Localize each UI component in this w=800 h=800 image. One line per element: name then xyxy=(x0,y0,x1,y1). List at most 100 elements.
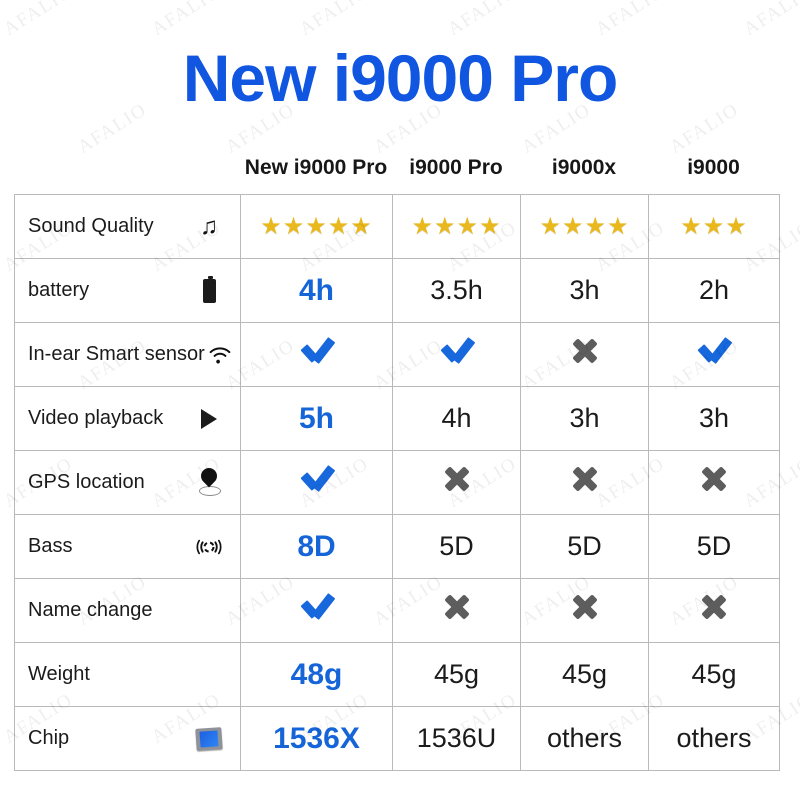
cell-weight-i9000: 45g xyxy=(648,642,780,707)
cell-bass-i9000: 5D xyxy=(648,514,780,579)
cell-battery-i9000: 2h xyxy=(648,258,780,323)
cell-name-change-new-i9000-pro xyxy=(240,578,393,643)
cell-value: 3.5h xyxy=(430,275,483,305)
battery-icon xyxy=(194,275,224,306)
table-row: Bass 8D 5D 5D 5D xyxy=(14,514,780,579)
no-icon xyxy=(194,660,224,690)
cross-icon xyxy=(443,593,471,621)
cell-value: 48g xyxy=(290,657,343,691)
star-rating: ★★★★★ xyxy=(260,213,373,240)
table-row: battery 4h 3.5h 3h 2h xyxy=(14,258,780,323)
music-note-icon: ♫ xyxy=(200,212,218,240)
cross-icon xyxy=(700,593,728,621)
cell-battery-new-i9000-pro: 4h xyxy=(240,258,393,323)
cross-icon xyxy=(443,465,471,493)
cell-name-change-i9000-pro xyxy=(392,578,521,643)
cell-value: others xyxy=(546,723,623,753)
cell-value: 8D xyxy=(297,529,336,563)
cell-sensor-new-i9000-pro xyxy=(240,322,393,387)
feature-cell-bass: Bass xyxy=(14,514,241,579)
check-icon xyxy=(300,338,334,364)
cell-value: 1536U xyxy=(416,723,497,753)
cell-sound-quality-i9000: ★★★ xyxy=(648,194,780,259)
cell-name-change-i9000x xyxy=(520,578,649,643)
feature-cell-weight: Weight xyxy=(14,642,241,707)
check-icon xyxy=(300,466,334,492)
cell-value: 3h xyxy=(569,275,600,305)
cell-value: 5D xyxy=(567,531,602,561)
table-row: Weight 48g 45g 45g 45g xyxy=(14,642,780,707)
cell-weight-new-i9000-pro: 48g xyxy=(240,642,393,707)
feature-label: In-ear Smart sensor xyxy=(28,343,205,365)
cell-video-new-i9000-pro: 5h xyxy=(240,386,393,451)
cell-value: 4h xyxy=(441,403,472,433)
check-icon xyxy=(300,594,334,620)
feature-cell-in-ear-smart-sensor: In-ear Smart sensor xyxy=(14,322,241,387)
table-row: Video playback 5h 4h 3h 3h xyxy=(14,386,780,451)
cell-bass-i9000-pro: 5D xyxy=(392,514,521,579)
cell-sound-quality-new-i9000-pro: ★★★★★ xyxy=(240,194,393,259)
cell-chip-new-i9000-pro: 1536X xyxy=(240,706,393,771)
cell-value: 45g xyxy=(433,659,480,689)
cell-value: 3h xyxy=(698,403,730,433)
feature-cell-battery: battery xyxy=(14,258,241,323)
header-col-i9000: i9000 xyxy=(687,156,740,179)
no-icon xyxy=(194,596,224,626)
feature-label: Weight xyxy=(28,663,90,685)
header-col-new-i9000-pro: New i9000 Pro xyxy=(244,156,388,179)
page-title: New i9000 Pro xyxy=(182,41,619,115)
header-feature-column xyxy=(14,156,240,180)
cell-video-i9000: 3h xyxy=(648,386,780,451)
cell-weight-i9000x: 45g xyxy=(520,642,649,707)
cross-icon xyxy=(571,337,599,365)
cell-chip-i9000x: others xyxy=(520,706,649,771)
play-icon xyxy=(194,404,224,434)
comparison-table-body: Sound Quality ♫ ★★★★★ ★★★★ ★★★★ ★★★ batt… xyxy=(14,194,780,771)
comparison-table: Sound Quality ♫ ★★★★★ ★★★★ ★★★★ ★★★ batt… xyxy=(14,194,780,771)
cell-value: 45g xyxy=(691,659,737,689)
table-row: GPS location xyxy=(14,450,780,515)
cell-video-i9000-pro: 4h xyxy=(392,386,521,451)
table-row: Chip 1536X 1536U others others xyxy=(14,706,780,771)
cell-name-change-i9000 xyxy=(648,578,780,643)
feature-cell-name-change: Name change xyxy=(14,578,241,643)
table-row: Sound Quality ♫ ★★★★★ ★★★★ ★★★★ ★★★ xyxy=(14,194,780,259)
cell-sound-quality-i9000x: ★★★★ xyxy=(520,194,649,259)
cell-gps-new-i9000-pro xyxy=(240,450,393,515)
feature-cell-video-playback: Video playback xyxy=(14,386,241,451)
wifi-icon xyxy=(205,340,235,370)
cross-icon xyxy=(700,465,728,493)
star-rating: ★★★★ xyxy=(539,213,630,240)
header-col-i9000-pro: i9000 Pro xyxy=(409,156,503,179)
cell-value: 5D xyxy=(439,531,474,561)
cell-value: 5h xyxy=(298,401,334,435)
cell-battery-i9000x: 3h xyxy=(520,258,649,323)
cell-weight-i9000-pro: 45g xyxy=(392,642,521,707)
cell-chip-i9000-pro: 1536U xyxy=(392,706,521,771)
cell-gps-i9000-pro xyxy=(392,450,521,515)
cross-icon xyxy=(571,593,599,621)
star-rating: ★★★ xyxy=(680,213,748,240)
feature-label: battery xyxy=(28,279,90,301)
cell-bass-i9000x: 5D xyxy=(520,514,649,579)
cell-value: 2h xyxy=(698,275,730,305)
table-row: In-ear Smart sensor xyxy=(14,322,780,387)
cell-gps-i9000 xyxy=(648,450,780,515)
bass-vibration-icon xyxy=(194,532,224,562)
star-rating: ★★★★ xyxy=(411,213,502,240)
feature-label: Bass xyxy=(28,535,73,557)
cell-value: others xyxy=(676,723,752,753)
comparison-infographic: New i9000 Pro New i9000 Pro i9000 Pro i9… xyxy=(0,0,800,800)
chip-icon xyxy=(194,724,224,754)
feature-cell-chip: Chip xyxy=(14,706,241,771)
feature-label: Name change xyxy=(28,599,153,621)
cell-sound-quality-i9000-pro: ★★★★ xyxy=(392,194,521,259)
cell-bass-new-i9000-pro: 8D xyxy=(240,514,393,579)
check-icon xyxy=(440,338,474,364)
cell-sensor-i9000 xyxy=(648,322,780,387)
cell-sensor-i9000-pro xyxy=(392,322,521,387)
feature-label: Sound Quality xyxy=(28,215,154,237)
table-row: Name change xyxy=(14,578,780,643)
cell-chip-i9000: others xyxy=(648,706,780,771)
cell-video-i9000x: 3h xyxy=(520,386,649,451)
